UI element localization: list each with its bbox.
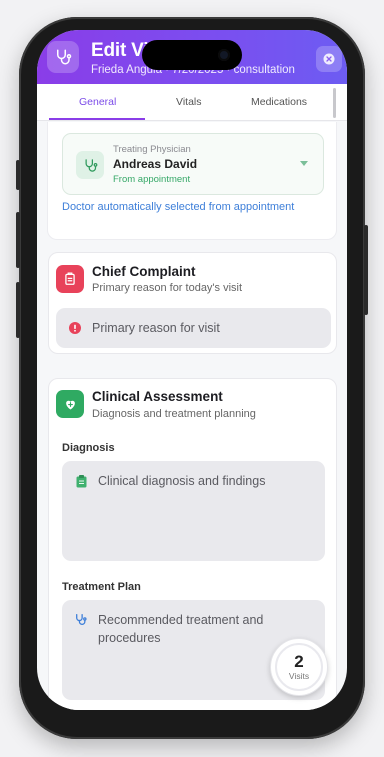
heart-icon	[56, 390, 84, 418]
physician-select[interactable]: Treating Physician Andreas David From ap…	[62, 133, 324, 195]
phone-screen: Edit Vi Frieda Angula · 7/20/2025 · cons…	[37, 30, 347, 710]
tab-bar: General Vitals Medications	[37, 84, 347, 121]
visits-label: Visits	[288, 671, 310, 681]
chief-complaint-placeholder: Primary reason for visit	[92, 321, 220, 335]
tab-vitals[interactable]: Vitals	[176, 96, 202, 108]
diagnosis-textarea[interactable]: Clinical diagnosis and findings	[62, 461, 325, 561]
physician-note: Doctor automatically selected from appoi…	[62, 201, 295, 213]
phone-power-button	[364, 225, 368, 315]
stethoscope-icon	[76, 613, 87, 625]
stethoscope-icon	[47, 41, 79, 73]
dynamic-island	[142, 40, 242, 70]
visits-badge[interactable]: 2 Visits	[270, 638, 328, 696]
phone-volume-up-button	[16, 212, 20, 268]
treatment-plan-placeholder: Recommended treatment and procedures	[98, 613, 264, 645]
camera-lens	[218, 49, 230, 61]
active-tab-indicator	[49, 118, 145, 120]
tab-medications[interactable]: Medications	[251, 96, 307, 108]
clipboard-icon	[76, 475, 87, 488]
visits-badge-ring: 2 Visits	[275, 643, 323, 691]
diagnosis-label: Diagnosis	[62, 442, 115, 454]
physician-section: Treating Physician Andreas David From ap…	[47, 122, 337, 240]
chief-complaint-card: Chief Complaint Primary reason for today…	[48, 252, 337, 354]
clinical-assessment-subtitle: Diagnosis and treatment planning	[92, 408, 256, 420]
close-button[interactable]	[316, 46, 342, 72]
physician-source: From appointment	[113, 174, 191, 185]
clipboard-icon	[56, 265, 84, 293]
chief-complaint-subtitle: Primary reason for today's visit	[92, 282, 243, 294]
stethoscope-icon	[76, 151, 104, 179]
phone-volume-down-button	[16, 282, 20, 338]
alert-icon	[69, 322, 81, 334]
chief-complaint-title: Chief Complaint	[92, 264, 196, 279]
close-icon	[323, 53, 335, 65]
chief-complaint-input[interactable]: Primary reason for visit	[56, 308, 331, 348]
page-title: Edit Vi	[91, 40, 149, 61]
treatment-plan-label: Treatment Plan	[62, 581, 141, 593]
chevron-down-icon	[300, 161, 308, 166]
tab-scrollbar[interactable]	[333, 88, 336, 118]
visits-count: 2	[294, 652, 304, 671]
phone-side-button	[16, 160, 20, 190]
diagnosis-placeholder: Clinical diagnosis and findings	[98, 474, 266, 488]
tab-general[interactable]: General	[79, 96, 116, 108]
physician-name: Andreas David	[113, 157, 198, 171]
clinical-assessment-title: Clinical Assessment	[92, 389, 223, 404]
physician-label: Treating Physician	[113, 144, 191, 155]
